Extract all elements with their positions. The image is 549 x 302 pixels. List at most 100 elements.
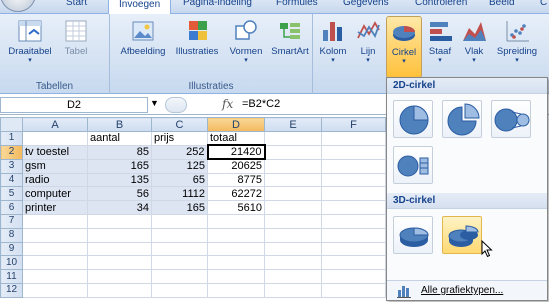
cell-f9[interactable] bbox=[321, 241, 386, 257]
row-header[interactable]: 12 bbox=[0, 282, 23, 298]
column-header-c[interactable]: C bbox=[151, 117, 208, 132]
row-header[interactable]: 10 bbox=[0, 255, 23, 271]
cell-c9[interactable] bbox=[151, 241, 208, 257]
cell-c8[interactable] bbox=[151, 227, 208, 243]
scatter-chart-button[interactable]: Spreiding ▾ bbox=[493, 18, 541, 64]
area-chart-button[interactable]: Vlak ▾ bbox=[459, 18, 489, 64]
picture-button[interactable]: Afbeelding bbox=[118, 18, 168, 57]
cell-a1[interactable] bbox=[22, 131, 88, 146]
pie-chart-button[interactable]: Cirkel ▾ bbox=[386, 16, 422, 78]
cell-d8[interactable] bbox=[207, 227, 265, 243]
cell-f2[interactable] bbox=[321, 144, 386, 160]
row-header[interactable]: 1 bbox=[0, 131, 23, 146]
all-chart-types-row[interactable]: Alle grafiektypen... bbox=[387, 280, 547, 300]
cell-b7[interactable] bbox=[87, 213, 152, 229]
cell-c2[interactable]: 252 bbox=[151, 144, 208, 160]
cell-e10[interactable] bbox=[264, 255, 322, 271]
tab-start[interactable]: Start bbox=[66, 0, 87, 8]
row-header[interactable]: 7 bbox=[0, 213, 23, 229]
cell-d2[interactable]: 21420 bbox=[206, 144, 266, 161]
cell-e2[interactable] bbox=[264, 144, 322, 160]
row-header[interactable]: 3 bbox=[0, 158, 23, 174]
cell-c5[interactable]: 1112 bbox=[151, 186, 208, 202]
cell-f8[interactable] bbox=[321, 227, 386, 243]
cell-a5[interactable]: computer bbox=[22, 186, 88, 202]
cell-a10[interactable] bbox=[22, 255, 88, 271]
cell-f10[interactable] bbox=[321, 255, 386, 271]
exploded-pie-2d-button[interactable] bbox=[442, 100, 482, 138]
cell-b9[interactable] bbox=[87, 241, 152, 257]
cell-b8[interactable] bbox=[87, 227, 152, 243]
row-header[interactable]: 2 bbox=[0, 144, 23, 160]
tab-gegevens[interactable]: Gegevens bbox=[343, 0, 389, 8]
shapes-button[interactable]: Vormen ▾ bbox=[226, 18, 266, 64]
insert-function-icon[interactable]: fx bbox=[222, 97, 233, 111]
cell-b6[interactable]: 34 bbox=[87, 200, 152, 215]
all-chart-types-link[interactable]: Alle grafiektypen... bbox=[421, 285, 503, 296]
row-header[interactable]: 8 bbox=[0, 227, 23, 243]
cell-d4[interactable]: 8775 bbox=[207, 172, 265, 188]
table-button[interactable]: Tabel bbox=[58, 18, 94, 57]
cell-f3[interactable] bbox=[321, 158, 386, 174]
cell-a12[interactable] bbox=[22, 282, 88, 298]
pivot-table-button[interactable]: Draaitabel ▾ bbox=[4, 18, 56, 64]
cell-c12[interactable] bbox=[151, 282, 208, 298]
cell-e12[interactable] bbox=[264, 282, 322, 298]
cell-f7[interactable] bbox=[321, 213, 386, 229]
cell-d7[interactable] bbox=[207, 213, 265, 229]
column-header-f[interactable]: F bbox=[321, 117, 386, 132]
line-chart-button[interactable]: Lijn ▾ bbox=[353, 18, 383, 64]
name-box[interactable]: D2 bbox=[0, 97, 148, 113]
row-header[interactable]: 11 bbox=[0, 269, 23, 284]
cell-a6[interactable]: printer bbox=[22, 200, 88, 215]
cell-c10[interactable] bbox=[151, 255, 208, 271]
cell-e8[interactable] bbox=[264, 227, 322, 243]
cell-d3[interactable]: 20625 bbox=[207, 158, 265, 174]
cell-b3[interactable]: 165 bbox=[87, 158, 152, 174]
row-header[interactable]: 4 bbox=[0, 172, 23, 188]
formula-input[interactable]: =B2*C2 bbox=[242, 98, 280, 110]
cell-a7[interactable] bbox=[22, 213, 88, 229]
row-header[interactable]: 9 bbox=[0, 241, 23, 257]
cell-c3[interactable]: 125 bbox=[151, 158, 208, 174]
cell-c11[interactable] bbox=[151, 269, 208, 284]
cell-a3[interactable]: gsm bbox=[22, 158, 88, 174]
cell-f12[interactable] bbox=[321, 282, 386, 298]
pie-2d-button[interactable] bbox=[393, 100, 433, 138]
cell-d9[interactable] bbox=[207, 241, 265, 257]
pie-of-pie-button[interactable] bbox=[491, 100, 531, 138]
cell-b11[interactable] bbox=[87, 269, 152, 284]
column-header-d[interactable]: D bbox=[207, 117, 265, 132]
cell-f1[interactable] bbox=[321, 131, 386, 146]
cell-c6[interactable]: 165 bbox=[151, 200, 208, 215]
cell-f5[interactable] bbox=[321, 186, 386, 202]
cell-e5[interactable] bbox=[264, 186, 322, 202]
cell-d12[interactable] bbox=[207, 282, 265, 298]
tab-controleren[interactable]: Controleren bbox=[415, 0, 467, 8]
cell-b1[interactable]: aantal bbox=[87, 131, 152, 146]
formula-bar-expander[interactable] bbox=[165, 97, 187, 113]
cell-e11[interactable] bbox=[264, 269, 322, 284]
cell-c4[interactable]: 65 bbox=[151, 172, 208, 188]
cell-b2[interactable]: 85 bbox=[87, 144, 152, 160]
tab-overflow[interactable]: C bbox=[540, 0, 547, 8]
bar-chart-button[interactable]: Staaf ▾ bbox=[425, 18, 455, 64]
tab-invoegen[interactable]: Invoegen bbox=[108, 0, 172, 14]
cell-e4[interactable] bbox=[264, 172, 322, 188]
cell-a8[interactable] bbox=[22, 227, 88, 243]
cell-d5[interactable]: 62272 bbox=[207, 186, 265, 202]
column-header-e[interactable]: E bbox=[264, 117, 322, 132]
bar-of-pie-button[interactable] bbox=[393, 146, 433, 184]
cell-e1[interactable] bbox=[264, 131, 322, 146]
row-header[interactable]: 6 bbox=[0, 200, 23, 215]
cell-d6[interactable]: 5610 bbox=[207, 200, 265, 215]
cell-a4[interactable]: radio bbox=[22, 172, 88, 188]
cell-d1[interactable]: totaal bbox=[207, 131, 265, 146]
cell-a9[interactable] bbox=[22, 241, 88, 257]
cell-e7[interactable] bbox=[264, 213, 322, 229]
office-button[interactable] bbox=[0, 0, 36, 12]
cell-a2[interactable]: tv toestel bbox=[22, 144, 88, 160]
tab-beeld[interactable]: Beeld bbox=[489, 0, 515, 8]
cell-d11[interactable] bbox=[207, 269, 265, 284]
cell-e9[interactable] bbox=[264, 241, 322, 257]
